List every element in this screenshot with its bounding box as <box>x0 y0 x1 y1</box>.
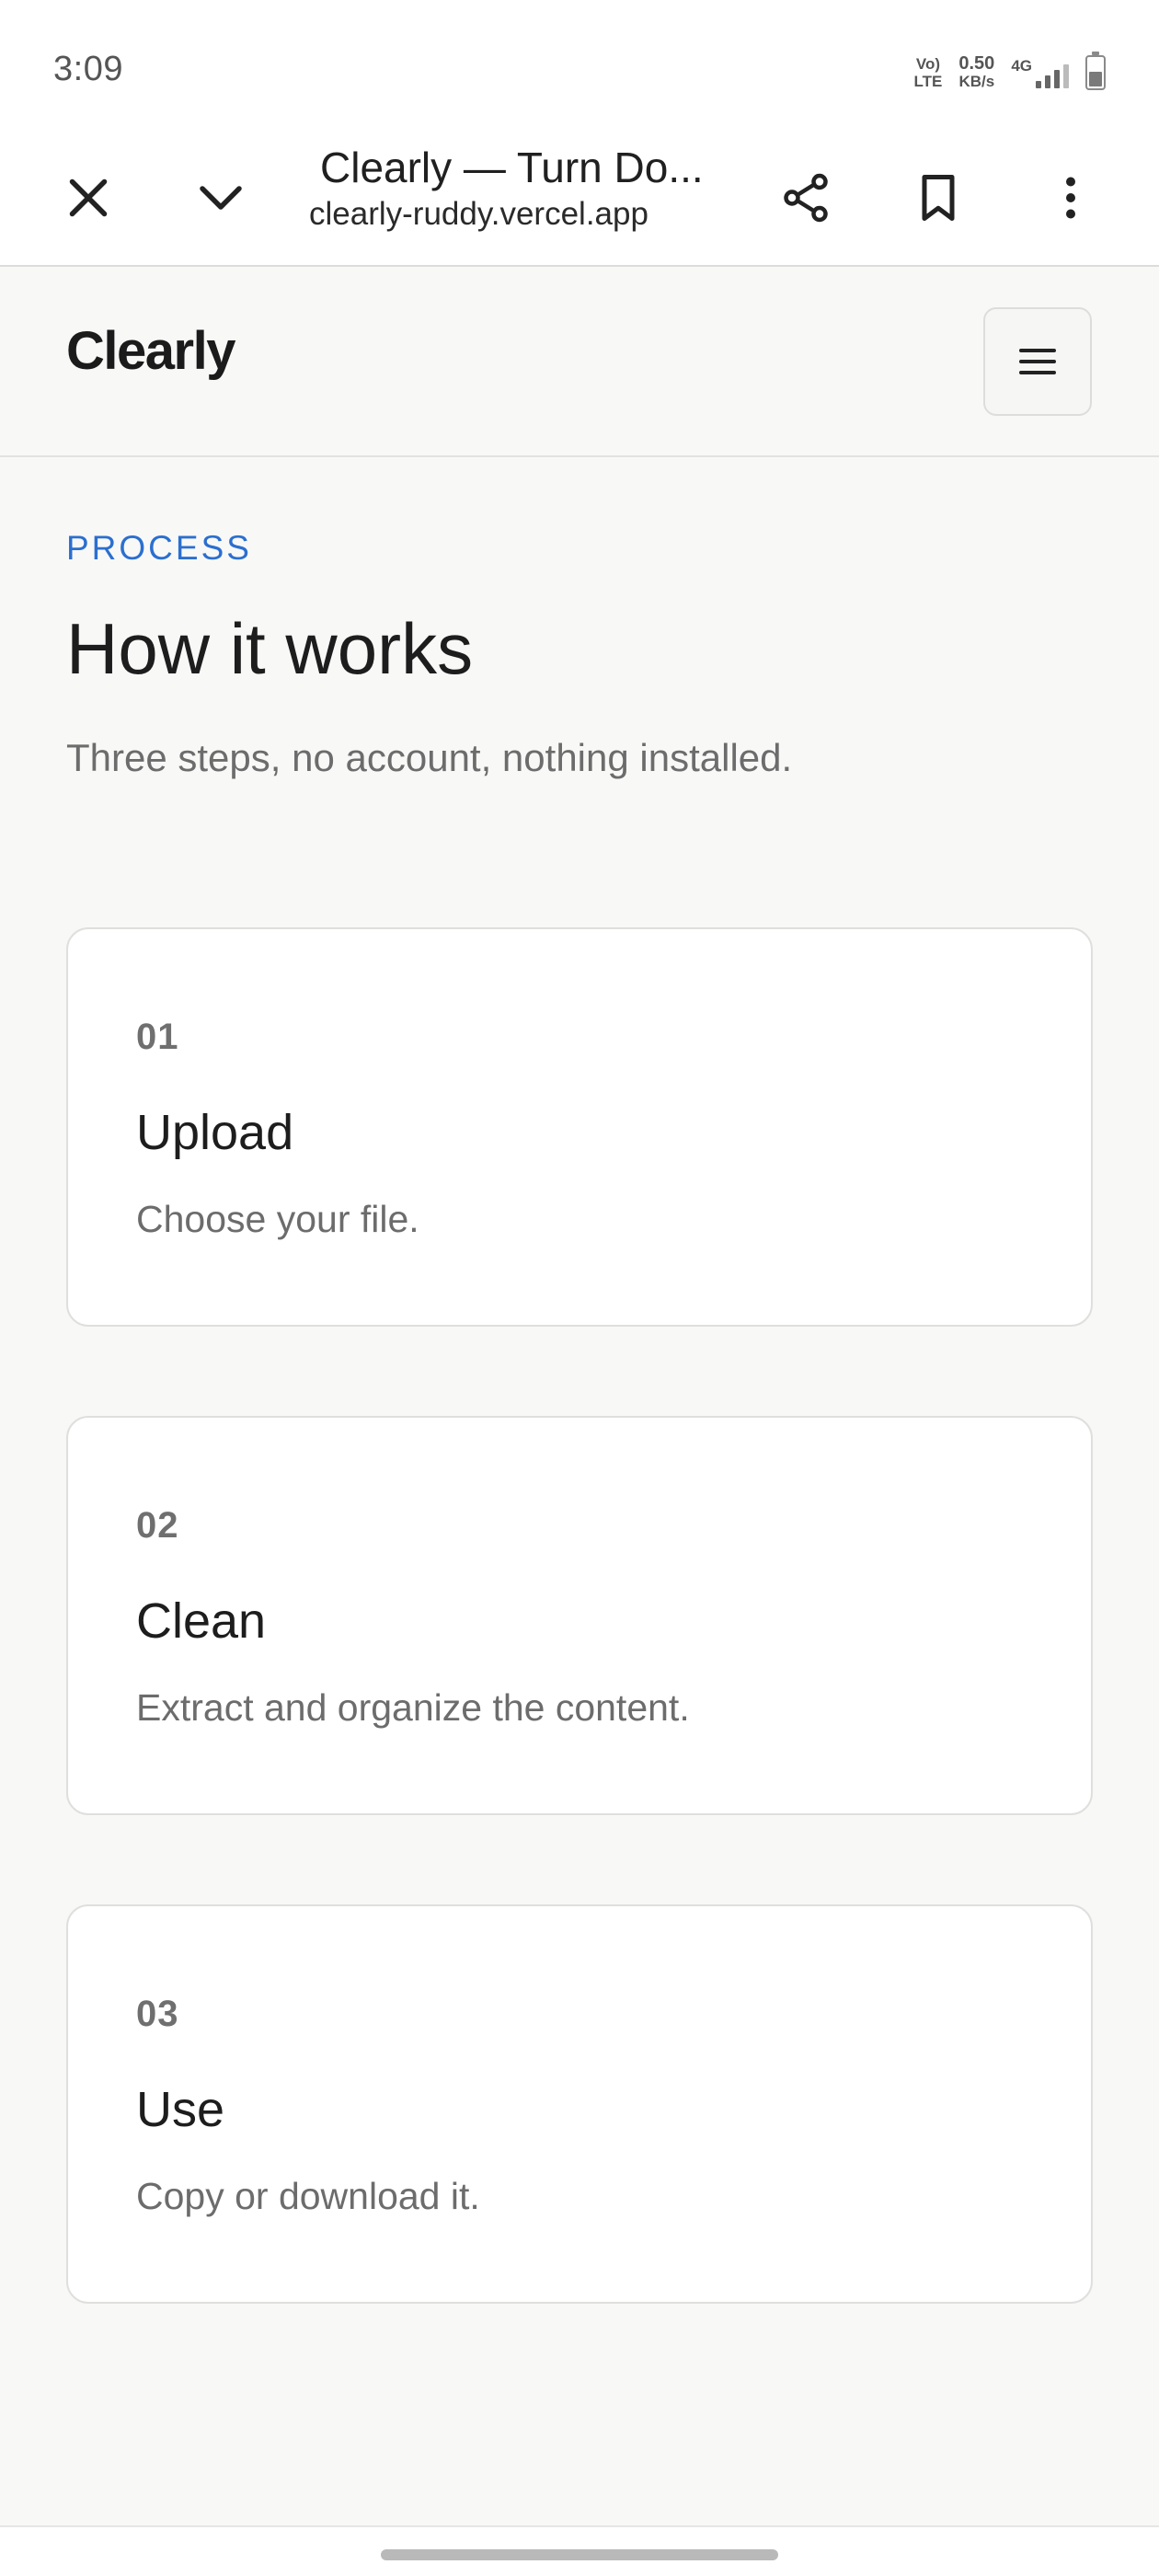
bookmark-button[interactable] <box>892 152 984 244</box>
steps-list: 01 Upload Choose your file. 02 Clean Ext… <box>66 927 1093 2393</box>
step-description: Copy or download it. <box>136 2175 480 2217</box>
network-type: 4G <box>1011 57 1069 88</box>
signal-icon <box>1036 57 1069 88</box>
battery-fill <box>1089 71 1102 86</box>
step-card-clean: 02 Clean Extract and organize the conten… <box>66 1416 1093 1815</box>
step-number: 03 <box>136 1994 179 2034</box>
home-indicator[interactable] <box>381 2549 778 2560</box>
more-vert-icon <box>1066 177 1075 219</box>
tab-info[interactable]: Clearly — Turn Do... clearly-ruddy.verce… <box>309 141 706 235</box>
volte-label: Vo) <box>915 55 940 73</box>
menu-icon <box>1019 349 1056 374</box>
chevron-down-icon <box>200 186 242 210</box>
volte-indicator: Vo) LTE <box>914 55 943 90</box>
browser-toolbar: Clearly — Turn Do... clearly-ruddy.verce… <box>0 133 1159 267</box>
tab-title: Clearly — Turn Do... <box>320 144 704 191</box>
step-title: Use <box>136 2082 225 2137</box>
step-card-upload: 01 Upload Choose your file. <box>66 927 1093 1327</box>
gesture-bar <box>0 2525 1159 2576</box>
tab-url: clearly-ruddy.vercel.app <box>309 196 648 232</box>
speed-value: 0.50 <box>958 53 995 74</box>
step-number: 01 <box>136 1017 179 1057</box>
share-icon <box>784 173 828 223</box>
status-bar: 3:09 Vo) LTE 0.50 KB/s 4G <box>0 0 1159 133</box>
bookmark-icon <box>922 175 955 221</box>
status-icons: Vo) LTE 0.50 KB/s 4G <box>914 50 1106 96</box>
more-options-button[interactable] <box>1025 152 1117 244</box>
minimize-button[interactable] <box>175 152 267 244</box>
close-icon <box>69 178 108 217</box>
share-button[interactable] <box>760 152 852 244</box>
network-speed: 0.50 KB/s <box>958 53 995 90</box>
step-description: Choose your file. <box>136 1198 419 1240</box>
battery-icon <box>1085 52 1106 90</box>
site-header: Clearly <box>0 267 1159 457</box>
status-time: 3:09 <box>53 50 123 88</box>
lte-label: LTE <box>913 73 943 90</box>
step-description: Extract and organize the content. <box>136 1686 690 1729</box>
network-label: 4G <box>1011 57 1032 75</box>
brand-logo[interactable]: Clearly <box>66 320 235 382</box>
close-tab-button[interactable] <box>42 152 134 244</box>
step-title: Clean <box>136 1593 267 1649</box>
page-subtitle: Three steps, no account, nothing install… <box>66 736 793 779</box>
speed-unit: KB/s <box>958 73 995 90</box>
step-card-use: 03 Use Copy or download it. <box>66 1904 1093 2304</box>
section-eyebrow: PROCESS <box>66 529 252 567</box>
page-title: How it works <box>66 608 474 689</box>
menu-button[interactable] <box>983 307 1092 416</box>
step-number: 02 <box>136 1505 179 1546</box>
step-title: Upload <box>136 1105 294 1160</box>
